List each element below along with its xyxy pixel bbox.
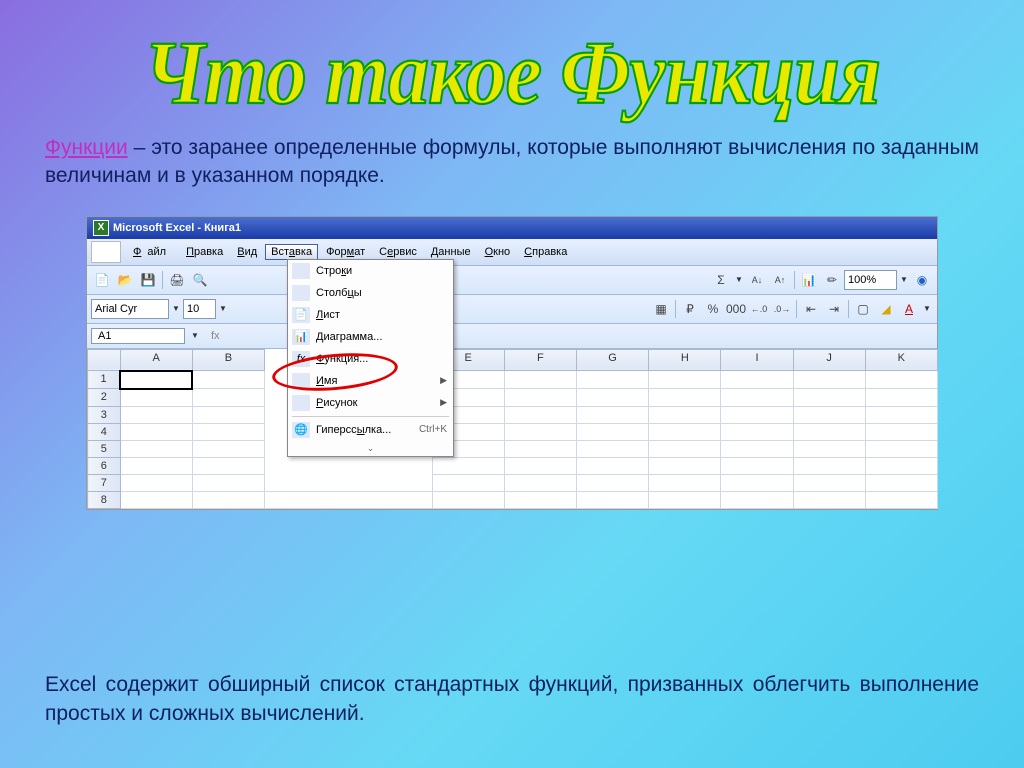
window-titlebar: X Microsoft Excel - Книга1 (87, 217, 937, 239)
fontcolor-icon[interactable]: A (898, 298, 920, 320)
sort-desc-icon[interactable]: A↑ (769, 269, 791, 291)
menu-window[interactable]: Окно (479, 244, 517, 260)
col-header[interactable]: G (576, 349, 648, 371)
sheet-icon: 📄 (292, 307, 310, 323)
dropdown-icon[interactable]: ▼ (733, 269, 745, 291)
globe-icon: 🌐 (292, 422, 310, 438)
menu-item-hyperlink[interactable]: 🌐Гиперссылка...Ctrl+K (288, 419, 453, 441)
print-icon[interactable]: 🖨 (166, 269, 188, 291)
chart-icon[interactable]: 📊 (798, 269, 820, 291)
fx-icon: fx (292, 351, 310, 367)
col-header[interactable]: J (793, 349, 865, 371)
indent-inc-icon[interactable]: ⇥ (823, 298, 845, 320)
toolbar-format: ▼ ▼ ▦ ₽ % 000 ←.0 .0→ ⇤ ⇥ ▢ ◢ A ▼ (87, 295, 937, 324)
menu-item-sheet[interactable]: 📄Лист (288, 304, 453, 326)
worksheet-grid: A B E F G H I J K 1 2 3 4 5 6 7 8 (87, 349, 938, 509)
name-box-bar: A1 ▼ fx (87, 324, 937, 349)
cell-A1[interactable] (120, 371, 192, 389)
fill-icon[interactable]: ◢ (875, 298, 897, 320)
sort-asc-icon[interactable]: A↓ (746, 269, 768, 291)
menu-data[interactable]: Данные (425, 244, 477, 260)
toolbar-standard: 📄 📂 💾 🖨 🔍 Σ ▼ A↓ A↑ 📊 ✏ ▼ ◉ (87, 266, 937, 295)
dec-dec-icon[interactable]: .0→ (771, 298, 793, 320)
preview-icon[interactable]: 🔍 (189, 269, 211, 291)
menu-item-name[interactable]: Имя▶ (288, 370, 453, 392)
insert-menu-dropdown: Строки Столбцы 📄Лист 📊Диаграмма... fxФун… (287, 259, 454, 457)
zoom-drop-icon[interactable]: ▼ (898, 269, 910, 291)
slide-title: Что такое Функция (0, 0, 1024, 125)
menu-expand-icon[interactable]: ⌄ (288, 441, 453, 456)
indent-dec-icon[interactable]: ⇤ (800, 298, 822, 320)
new-icon[interactable]: 📄 (91, 269, 113, 291)
col-header[interactable]: K (865, 349, 937, 371)
excel-screenshot: X Microsoft Excel - Книга1 Файл Правка В… (86, 216, 938, 510)
menu-item-cols[interactable]: Столбцы (288, 282, 453, 304)
select-all-corner[interactable] (88, 349, 121, 371)
comma-icon[interactable]: 000 (725, 298, 747, 320)
menu-file[interactable]: Файл (127, 244, 178, 260)
excel-icon: X (93, 220, 109, 236)
paragraph-2: Excel содержит обширный список стандартн… (45, 671, 979, 728)
save-icon[interactable]: 💾 (137, 269, 159, 291)
col-header[interactable]: I (721, 349, 793, 371)
help-icon[interactable]: ◉ (911, 269, 933, 291)
doc-icon (91, 241, 121, 263)
menu-item-chart[interactable]: 📊Диаграмма... (288, 326, 453, 348)
menu-insert[interactable]: Вставка (265, 244, 318, 260)
chart-icon: 📊 (292, 329, 310, 345)
menu-tools[interactable]: Сервис (373, 244, 423, 260)
col-header[interactable]: F (504, 349, 576, 371)
menu-item-picture[interactable]: Рисунок▶ (288, 392, 453, 414)
paragraph-1: Функции – это заранее определенные форму… (0, 119, 1024, 191)
drawing-icon[interactable]: ✏ (821, 269, 843, 291)
col-header[interactable]: B (192, 349, 264, 371)
dec-inc-icon[interactable]: ←.0 (748, 298, 770, 320)
fx-icon[interactable]: fx (211, 330, 220, 342)
menu-view[interactable]: Вид (231, 244, 263, 260)
fontsize-input[interactable] (183, 299, 216, 319)
menu-bar: Файл Правка Вид Вставка Формат Сервис Да… (87, 239, 937, 266)
menu-edit[interactable]: Правка (180, 244, 229, 260)
open-icon[interactable]: 📂 (114, 269, 136, 291)
menu-format[interactable]: Формат (320, 244, 371, 260)
font-input[interactable] (91, 299, 169, 319)
menu-item-rows[interactable]: Строки (288, 260, 453, 282)
zoom-input[interactable] (844, 270, 897, 290)
sum-icon[interactable]: Σ (710, 269, 732, 291)
name-box[interactable]: A1 (91, 328, 185, 344)
col-header[interactable]: H (649, 349, 721, 371)
percent-icon[interactable]: % (702, 298, 724, 320)
merge-icon[interactable]: ▦ (650, 298, 672, 320)
menu-help[interactable]: Справка (518, 244, 573, 260)
border-icon[interactable]: ▢ (852, 298, 874, 320)
menu-item-function[interactable]: fxФункция... (288, 348, 453, 370)
currency-icon[interactable]: ₽ (679, 298, 701, 320)
col-header[interactable]: A (120, 349, 192, 371)
term-functions: Функции (45, 136, 128, 159)
